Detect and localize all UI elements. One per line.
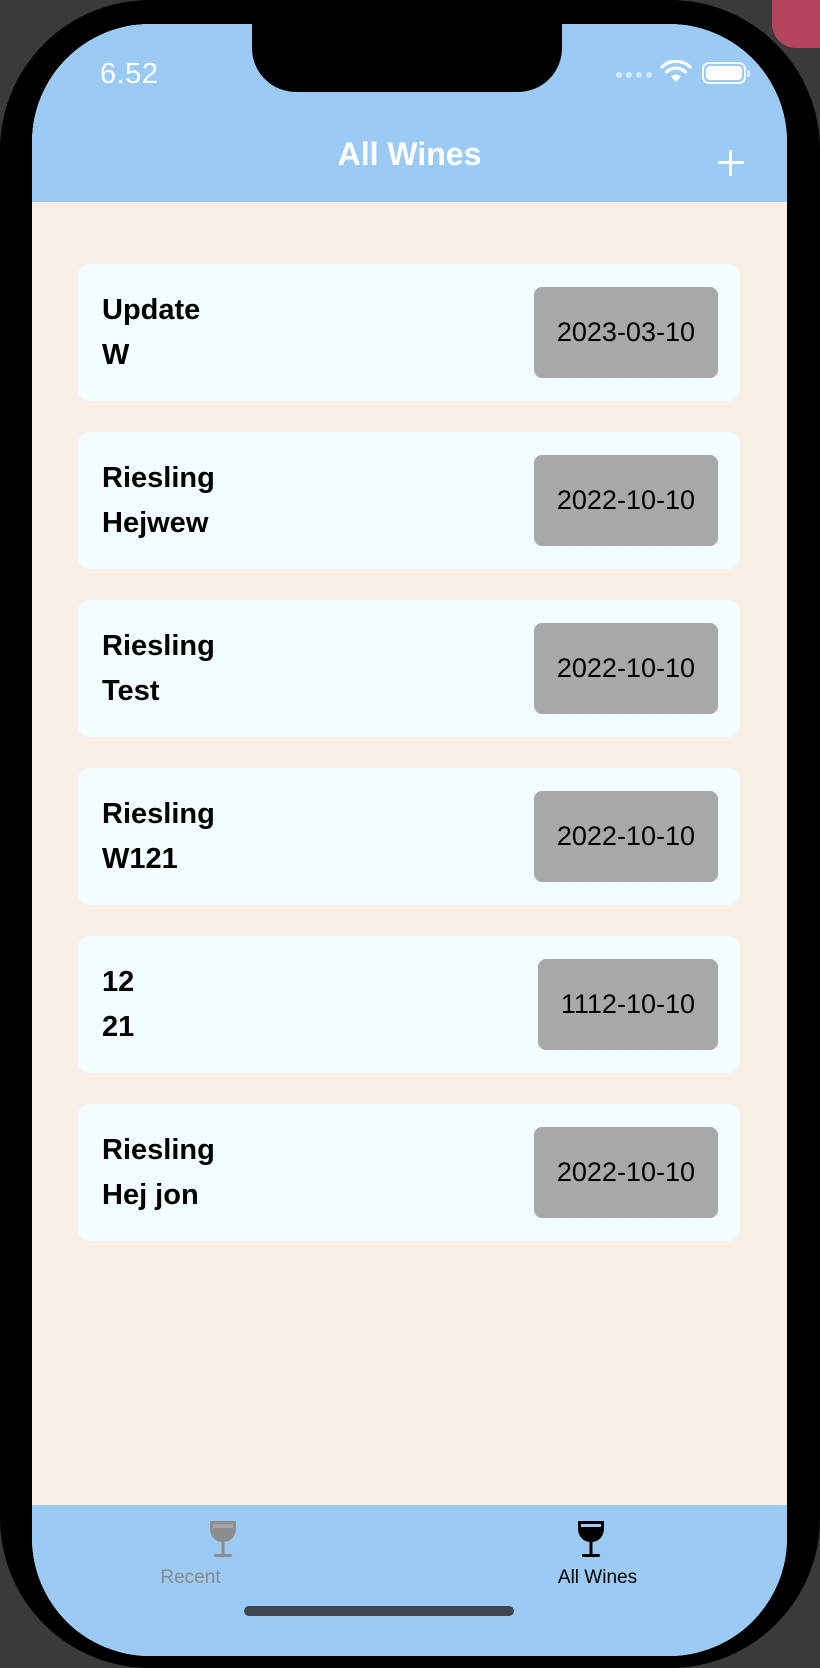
wine-glass-outline-icon (210, 1521, 236, 1557)
wine-card[interactable]: Riesling Hejwew 2022-10-10 (78, 432, 740, 569)
wifi-icon (660, 60, 692, 82)
wine-subtitle: Hejwew (102, 507, 209, 539)
wine-name: Update (102, 294, 201, 326)
page-title: All Wines (337, 136, 482, 172)
tab-all-wines-label: All Wines (557, 1567, 638, 1588)
wine-card-text: Riesling Hej jon (102, 1128, 482, 1218)
status-icons (616, 60, 756, 86)
wine-name: Riesling (102, 798, 215, 830)
date-badge: 2022-10-10 (533, 791, 718, 882)
wine-list: Update W 2023-03-10 Riesling Hejwew 2022… (78, 264, 740, 1272)
status-time: 6.52 (100, 58, 159, 90)
notch (252, 24, 562, 92)
wine-name: Riesling (102, 462, 215, 494)
date-badge: 2022-10-10 (533, 455, 718, 546)
wine-subtitle: Test (102, 675, 160, 707)
date-badge: 2023-03-10 (533, 287, 718, 378)
tab-bar: Recent All Wines (32, 1505, 787, 1656)
header-bar: 6.52 All Wines (32, 24, 787, 202)
date-badge: 1112-10-10 (537, 959, 718, 1050)
wine-name: 12 (102, 966, 135, 998)
add-wine-button[interactable] (716, 148, 746, 178)
wine-card[interactable]: Riesling Hej jon 2022-10-10 (78, 1104, 740, 1241)
app-screen: 6.52 All Wines Update W 2023-03-10 Riesl… (32, 24, 787, 1656)
wine-card[interactable]: Update W 2023-03-10 (78, 264, 740, 401)
wine-card[interactable]: Riesling Test 2022-10-10 (78, 600, 740, 737)
date-badge: 2022-10-10 (533, 1127, 718, 1218)
device-frame: 6.52 All Wines Update W 2023-03-10 Riesl… (0, 0, 820, 1668)
wine-card-text: Riesling Test (102, 624, 482, 714)
home-indicator (244, 1606, 514, 1616)
wine-card-text: 12 21 (102, 960, 482, 1050)
wine-subtitle: 21 (102, 1011, 135, 1043)
wine-card-text: Update W (102, 288, 482, 378)
wine-subtitle: Hej jon (102, 1179, 199, 1211)
wine-card[interactable]: Riesling W121 2022-10-10 (78, 768, 740, 905)
tab-recent[interactable]: Recent (32, 1505, 409, 1656)
wine-card-text: Riesling Hejwew (102, 456, 482, 546)
signal-icon (616, 72, 652, 78)
wine-subtitle: W (102, 339, 130, 371)
wine-name: Riesling (102, 630, 215, 662)
wine-name: Riesling (102, 1134, 215, 1166)
date-badge: 2022-10-10 (533, 623, 718, 714)
wine-glass-filled-icon (578, 1521, 604, 1557)
wine-card-text: Riesling W121 (102, 792, 482, 882)
wine-card[interactable]: 12 21 1112-10-10 (78, 936, 740, 1073)
tab-recent-label: Recent (160, 1567, 221, 1588)
battery-icon (702, 62, 750, 84)
wine-subtitle: W121 (102, 843, 178, 875)
tab-all-wines[interactable]: All Wines (409, 1505, 786, 1656)
